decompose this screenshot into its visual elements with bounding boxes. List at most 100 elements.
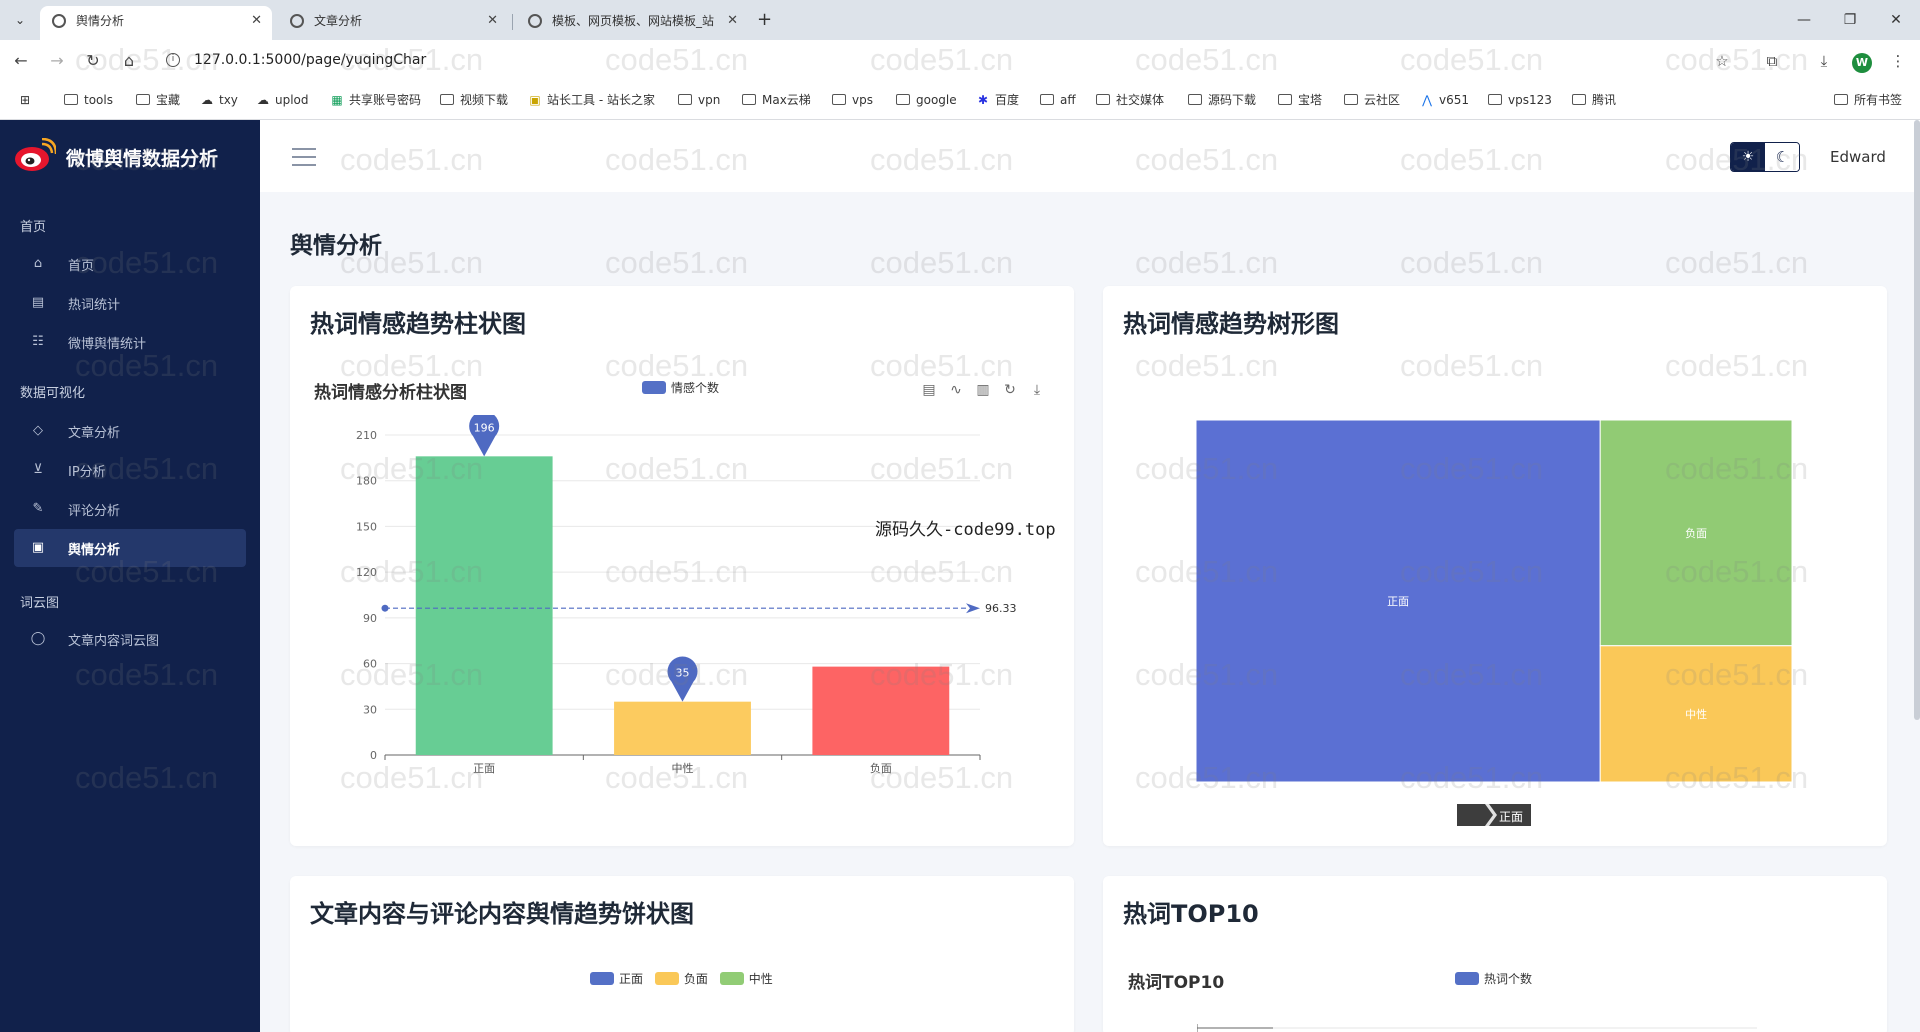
sidebar-item-label: 热词统计: [68, 298, 121, 313]
restore-icon[interactable]: ❐: [1828, 6, 1872, 34]
close-tab-icon[interactable]: ✕: [251, 6, 262, 36]
brand-title: 微博舆情数据分析: [66, 148, 219, 170]
bookmark-item[interactable]: ▦ 共享账号密码: [330, 92, 421, 108]
all-bookmarks[interactable]: 所有书签: [1834, 92, 1902, 108]
sidebar-item-comment-analysis[interactable]: ✎ 评论分析: [14, 490, 246, 528]
chart-legend[interactable]: 情感个数: [642, 379, 719, 396]
bar-中性: [614, 701, 751, 755]
bookmark-item[interactable]: tools: [64, 92, 113, 108]
legend-label: 情感个数: [671, 381, 720, 395]
home-icon[interactable]: ⌂: [118, 50, 140, 72]
treemap-breadcrumb[interactable]: 正面: [1457, 804, 1531, 826]
folder-icon: [1278, 94, 1292, 105]
bookmark-item[interactable]: 宝塔: [1278, 92, 1322, 108]
bookmark-item[interactable]: ✱ 百度: [976, 92, 1019, 108]
back-icon[interactable]: ←: [10, 50, 32, 72]
bookmark-item[interactable]: ☁ txy: [200, 92, 238, 108]
apps-icon[interactable]: ⊞: [20, 92, 30, 108]
folder-icon: [896, 94, 910, 105]
tool-icon: ▣: [529, 93, 541, 107]
tab-templates[interactable]: 模板、网页模板、网站模板_站 ✕: [516, 6, 748, 40]
chart-title: 热词TOP10: [1128, 973, 1225, 993]
watermark: code51.cn: [1665, 245, 1809, 280]
legend-item[interactable]: 负面: [654, 972, 708, 986]
legend-item[interactable]: 中性: [719, 972, 773, 986]
sidebar-item-article-analysis[interactable]: ◇ 文章分析: [14, 412, 246, 450]
bookmark-item[interactable]: ☁ uplod: [256, 92, 309, 108]
menu-toggle-icon[interactable]: [292, 148, 316, 166]
bookmark-item[interactable]: vps: [832, 92, 873, 108]
new-tab-button[interactable]: +: [757, 8, 772, 32]
bookmark-item[interactable]: 源码下载: [1188, 92, 1256, 108]
bookmark-item[interactable]: 腾讯: [1572, 92, 1616, 108]
bookmark-star-icon[interactable]: ☆: [1710, 50, 1734, 72]
y-tick-label: 90: [363, 612, 377, 625]
section-title-wordcloud: 词云图: [20, 596, 60, 611]
forward-icon[interactable]: →: [46, 50, 68, 72]
y-tick-label: 180: [356, 475, 377, 488]
bookmark-item[interactable]: 视频下载: [440, 92, 508, 108]
edit-icon: ✎: [32, 501, 44, 516]
y-tick-label: 210: [356, 429, 377, 442]
minimize-icon[interactable]: —: [1782, 6, 1826, 34]
treemap-label: 中性: [1685, 707, 1707, 721]
bar-正面: [415, 456, 553, 755]
pie-legend: 正面 负面 中性: [590, 970, 773, 987]
sidebar-item-weibo-stats[interactable]: ☷ 微博舆情统计: [14, 323, 246, 361]
theme-toggle: ☀ ☾: [1730, 142, 1800, 172]
sidebar-item-hotword-stats[interactable]: ▤ 热词统计: [14, 284, 246, 322]
site-info-icon[interactable]: i: [166, 53, 180, 67]
bookmark-item[interactable]: Max云梯: [742, 92, 811, 108]
line-chart-icon[interactable]: ∿: [947, 381, 965, 399]
bookmark-item[interactable]: google: [896, 92, 957, 108]
watermark: code51.cn: [1400, 245, 1544, 280]
url-field[interactable]: i 127.0.0.1:5000/page/yuqingChar: [156, 45, 1776, 77]
moon-icon[interactable]: ☾: [1765, 143, 1799, 171]
restore-chart-icon[interactable]: ↻: [1001, 381, 1019, 399]
bar-chart: 0 30 60 90 120 150 180 210 正面 中性 负面 196 35 96.33: [356, 415, 1017, 775]
sidebar-item-sentiment-analysis[interactable]: ▣ 舆情分析: [14, 529, 246, 567]
tab-article-analysis[interactable]: 文章分析 ✕: [278, 6, 508, 40]
x-tick-label: 正面: [473, 762, 495, 775]
globe-icon: [52, 14, 66, 28]
sidebar-item-label: 舆情分析: [68, 543, 121, 558]
close-tab-icon[interactable]: ✕: [487, 6, 498, 36]
profile-avatar[interactable]: W: [1852, 53, 1872, 73]
site-icon: [528, 14, 542, 28]
bookmark-item[interactable]: 宝藏: [136, 92, 180, 108]
user-menu[interactable]: Edward: [1830, 148, 1886, 166]
url-text[interactable]: 127.0.0.1:5000/page/yuqingChar: [194, 52, 426, 68]
bar-chart-icon[interactable]: ▥: [974, 381, 992, 399]
page-scrollbar[interactable]: [1914, 120, 1920, 720]
sidebar-item-ip-analysis[interactable]: ⊻ IP分析: [14, 451, 246, 489]
bookmark-item[interactable]: ⋀ v651: [1420, 92, 1469, 108]
close-tab-icon[interactable]: ✕: [727, 6, 738, 36]
save-image-icon[interactable]: ⤓: [1028, 381, 1046, 399]
sidebar-item-wordcloud[interactable]: ◯ 文章内容词云图: [14, 620, 246, 658]
download-icon[interactable]: ⤓: [1812, 50, 1836, 72]
chart-toolbox: ▤ ∿ ▥ ↻ ⤓: [920, 381, 1055, 401]
bookmark-item[interactable]: ▣ 站长工具 - 站长之家: [528, 92, 655, 108]
close-window-icon[interactable]: ✕: [1874, 6, 1918, 34]
table-icon: ▤: [31, 295, 45, 310]
card-title: 文章内容与评论内容舆情趋势饼状图: [310, 900, 694, 928]
bookmark-item[interactable]: aff: [1040, 92, 1076, 108]
tab-active[interactable]: 舆情分析 ✕: [40, 6, 272, 40]
reload-icon[interactable]: ↻: [82, 50, 104, 72]
data-view-icon[interactable]: ▤: [920, 381, 938, 399]
bookmark-item[interactable]: 社交媒体: [1096, 92, 1164, 108]
treemap-label: 负面: [1685, 526, 1707, 540]
legend-item[interactable]: 正面: [590, 972, 643, 986]
top10-legend[interactable]: 热词个数: [1455, 970, 1532, 987]
sidebar-item-label: 文章内容词云图: [68, 634, 160, 649]
extensions-icon[interactable]: ⧉: [1760, 50, 1784, 72]
more-menu-icon[interactable]: ⋮: [1886, 50, 1910, 72]
bookmark-item[interactable]: 云社区: [1344, 92, 1400, 108]
sidebar-item-home[interactable]: ⌂ 首页: [14, 245, 246, 283]
card-top10: 热词TOP10: [1103, 876, 1887, 1032]
sun-icon[interactable]: ☀: [1731, 143, 1765, 171]
bookmark-item[interactable]: vpn: [678, 92, 720, 108]
bookmark-item[interactable]: vps123: [1488, 92, 1552, 108]
sidebar: 微博舆情数据分析 首页 ⌂ 首页 ▤ 热词统计 ☷ 微博舆情统计 数据可视化 ◇…: [0, 120, 260, 1032]
tab-search-button[interactable]: ⌄: [8, 8, 32, 32]
